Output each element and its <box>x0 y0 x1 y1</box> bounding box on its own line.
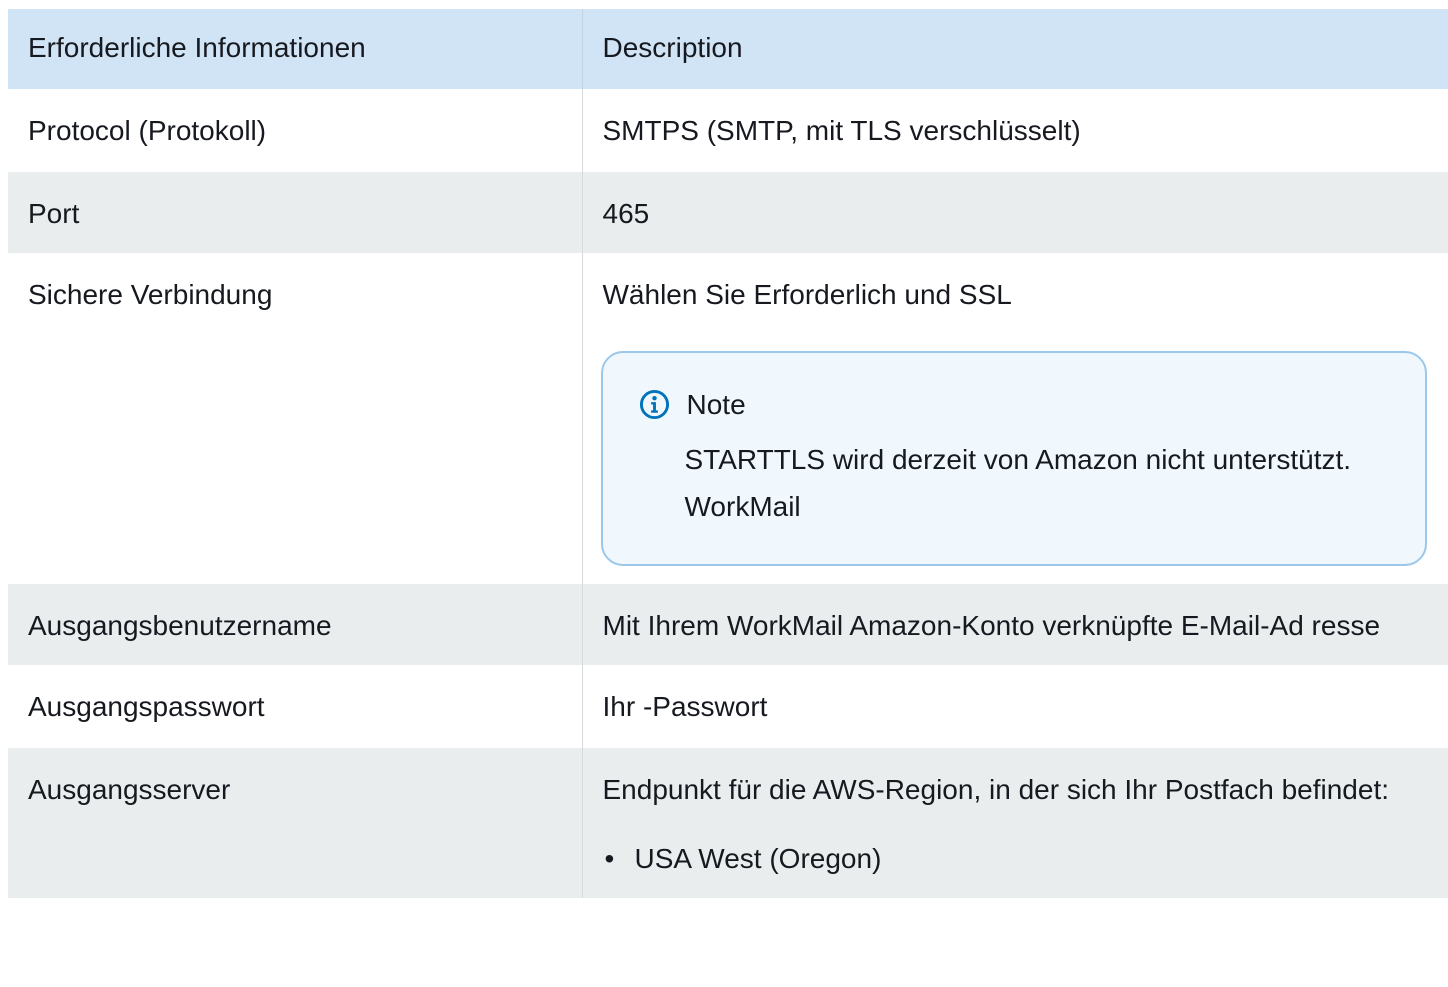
table-row: Ausgangsserver Endpunkt für die AWS-Regi… <box>8 748 1448 898</box>
row-value: 465 <box>581 172 1448 253</box>
note-text: STARTTLS wird derzeit von Amazon nicht u… <box>684 444 1352 522</box>
table-row: Sichere Verbindung Wählen Sie Erforderli… <box>8 253 1448 584</box>
bullet-icon: • <box>604 843 615 874</box>
row-label: Protocol (Protokoll) <box>8 89 582 172</box>
row-value: SMTPS (SMTP, mit TLS verschlüsselt) <box>581 89 1448 172</box>
list-item-text: USA West (Oregon) <box>634 843 882 874</box>
settings-page: Erforderliche Informationen Description … <box>8 9 1448 987</box>
row-label: Ausgangsbenutzername <box>8 584 582 665</box>
table-header: Erforderliche Informationen Description <box>8 9 1448 89</box>
row-label: Ausgangsserver <box>8 748 582 898</box>
table-row: Protocol (Protokoll) SMTPS (SMTP, mit TL… <box>8 89 1448 172</box>
note-title: Note <box>686 389 746 420</box>
row-value: Mit Ihrem WorkMail Amazon-Konto verknüpf… <box>581 584 1448 665</box>
note-callout: Note STARTTLS wird derzeit von Amazon ni… <box>600 351 1427 566</box>
row-value-text: Endpunkt für die AWS-Region, in der sich… <box>602 774 1390 805</box>
table-row: Port 465 <box>8 172 1448 253</box>
list-item: • USA West (Oregon) <box>603 835 1429 882</box>
row-label: Sichere Verbindung <box>8 253 582 584</box>
table-body: Protocol (Protokoll) SMTPS (SMTP, mit TL… <box>8 89 1448 898</box>
note-header: Note <box>639 381 1385 428</box>
region-list: • USA West (Oregon) <box>603 835 1429 882</box>
column-header-required-info: Erforderliche Informationen <box>8 9 582 89</box>
row-value: Ihr -Passwort <box>581 665 1448 748</box>
row-value: Endpunkt für die AWS-Region, in der sich… <box>581 748 1448 898</box>
column-header-description: Description <box>581 9 1448 89</box>
smtp-settings-table: Erforderliche Informationen Description … <box>8 9 1448 898</box>
row-value: Wählen Sie Erforderlich und SSL Note STA… <box>581 253 1448 584</box>
row-label: Port <box>8 172 582 253</box>
row-value-text: Wählen Sie Erforderlich und SSL <box>602 279 1012 310</box>
table-row: Ausgangspasswort Ihr -Passwort <box>8 665 1448 748</box>
row-label: Ausgangspasswort <box>8 665 582 748</box>
table-row: Ausgangsbenutzername Mit Ihrem WorkMail … <box>8 584 1448 665</box>
table-header-row: Erforderliche Informationen Description <box>8 9 1448 89</box>
info-icon <box>639 389 669 420</box>
